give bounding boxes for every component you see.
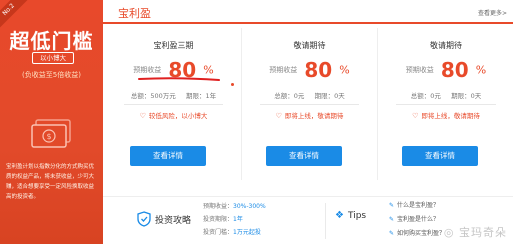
money-stack-icon: $ xyxy=(31,119,71,148)
view-more-link[interactable]: 查看更多> xyxy=(478,8,507,17)
tagline-text: 即将上线，敬请期待 xyxy=(284,112,344,120)
rate-value: 80 xyxy=(440,58,469,82)
info-value: 30%-300% xyxy=(233,203,266,210)
invest-guide-title: 投资攻略 xyxy=(155,216,192,226)
info-label: 投资期限： xyxy=(203,216,234,223)
info-value: 1万元起投 xyxy=(233,229,261,236)
promo-title: 超低门槛 xyxy=(9,29,94,53)
total-label: 总额： xyxy=(130,92,151,100)
watermark-text: 宝玛奇朵 xyxy=(459,226,507,239)
promo-panel: No.2 超低门槛 以小博大 (负收益至5倍收益) $ 宝利盈计划以指数分化的方… xyxy=(0,0,103,244)
promo-hint: (负收益至5倍收益) xyxy=(22,71,81,79)
product-name: 敬请期待 xyxy=(293,41,326,50)
red-underline-annotation xyxy=(138,77,220,81)
divider xyxy=(260,104,359,105)
divider xyxy=(124,104,223,105)
rate-percent-sign: % xyxy=(475,63,487,77)
period-label: 期限： xyxy=(185,92,206,100)
pencil-icon: ✎ xyxy=(389,216,395,223)
product-name: 宝利盈三期 xyxy=(153,41,194,50)
info-value: 1年 xyxy=(233,216,243,223)
product-name: 敬请期待 xyxy=(430,41,462,50)
total-value: 0元 xyxy=(430,92,441,100)
period-value: 0天 xyxy=(334,92,345,100)
expected-rate: 预期收益 80 % xyxy=(378,58,513,82)
product-card: 宝利盈三期 预期收益 80 % 总额：500万元 期限：1年 ♡ 较低风险，以小博… xyxy=(106,28,242,180)
tab-baoliying[interactable]: 宝利盈 xyxy=(113,4,156,24)
product-card: 敬请期待 预期收益 80 % 总额：0元 期限：0天 ♡ 即将上线，敬请期待 查看… xyxy=(378,28,513,180)
top-tab-bar: 宝利盈 查看更多> xyxy=(103,0,513,24)
rate-label: 预期收益 xyxy=(133,66,162,74)
svg-text:$: $ xyxy=(46,132,51,141)
heart-icon: ♡ xyxy=(412,112,419,120)
total-label: 总额： xyxy=(410,92,431,100)
rate-label: 预期收益 xyxy=(269,66,298,74)
view-details-button[interactable]: 查看详情 xyxy=(402,146,478,166)
pencil-icon: ✎ xyxy=(389,230,395,237)
watermark-logo-icon: ◎ xyxy=(443,226,455,239)
product-tagline: ♡ 较低风险，以小博大 xyxy=(106,110,241,120)
info-label: 预期收益： xyxy=(203,203,234,210)
product-tagline: ♡ 即将上线，敬请期待 xyxy=(242,110,377,120)
divider xyxy=(325,203,326,239)
total-value: 0元 xyxy=(293,92,305,100)
info-label: 投资门槛： xyxy=(203,229,234,236)
info-line-rate: 预期收益：30%-300% xyxy=(203,201,266,210)
promo-subtitle-pill: 以小博大 xyxy=(32,52,74,64)
rate-value: 80 xyxy=(304,58,333,82)
info-line-threshold: 投资门槛：1万元起投 xyxy=(203,227,261,236)
rate-label: 预期收益 xyxy=(405,66,434,74)
period-value: 1年 xyxy=(205,92,217,100)
product-meta: 总额：0元 期限：0天 xyxy=(242,90,377,100)
tip-link[interactable]: ✎ 宝利盈是什么？ xyxy=(389,214,439,223)
period-label: 期限： xyxy=(314,92,335,100)
tip-text: 什么是宝利盈？ xyxy=(397,202,440,209)
total-label: 总额： xyxy=(274,92,294,100)
pencil-icon: ✎ xyxy=(389,202,395,209)
divider xyxy=(396,104,496,105)
promo-description: 宝利盈计划以指数分化的方式购买优质的权益产品，将未获收益，少可大赚，适合想要享受… xyxy=(6,164,95,200)
period-value: 0天 xyxy=(470,92,482,100)
tip-link[interactable]: ✎ 什么是宝利盈？ xyxy=(389,200,439,209)
view-details-button[interactable]: 查看详情 xyxy=(266,146,342,166)
tip-link[interactable]: ✎ 如何购买宝利盈？ xyxy=(389,228,445,237)
product-card: 敬请期待 预期收益 80 % 总额：0元 期限：0天 ♡ 即将上线，敬请期待 查看… xyxy=(242,28,378,180)
watermark: ◎ 宝玛奇朵 xyxy=(444,224,507,240)
tagline-text: 较低风险，以小博大 xyxy=(148,112,208,120)
tip-text: 宝利盈是什么？ xyxy=(397,216,440,223)
total-value: 500万元 xyxy=(150,92,176,100)
period-label: 期限： xyxy=(451,92,471,100)
bottom-info-strip: 投资攻略 预期收益：30%-300% 投资期限：1年 投资门槛：1万元起投 ❖ … xyxy=(103,196,513,244)
diamond-icon: ❖ xyxy=(335,210,344,221)
product-meta: 总额：0元 期限：0天 xyxy=(378,90,513,100)
tips-title: Tips xyxy=(348,211,367,221)
heart-icon: ♡ xyxy=(139,112,146,120)
expected-rate: 预期收益 80 % xyxy=(242,58,377,82)
product-meta: 总额：500万元 期限：1年 xyxy=(106,90,241,100)
info-line-period: 投资期限：1年 xyxy=(203,214,243,223)
shield-icon xyxy=(137,211,151,227)
product-tagline: ♡ 即将上线，敬请期待 xyxy=(378,110,513,120)
rate-percent-sign: % xyxy=(203,63,214,77)
tagline-text: 即将上线，敬请期待 xyxy=(421,112,480,120)
tip-text: 如何购买宝利盈？ xyxy=(397,230,446,237)
heart-icon: ♡ xyxy=(275,112,282,120)
red-dot-annotation xyxy=(231,83,234,86)
view-details-button[interactable]: 查看详情 xyxy=(130,146,206,166)
rate-percent-sign: % xyxy=(339,63,350,77)
